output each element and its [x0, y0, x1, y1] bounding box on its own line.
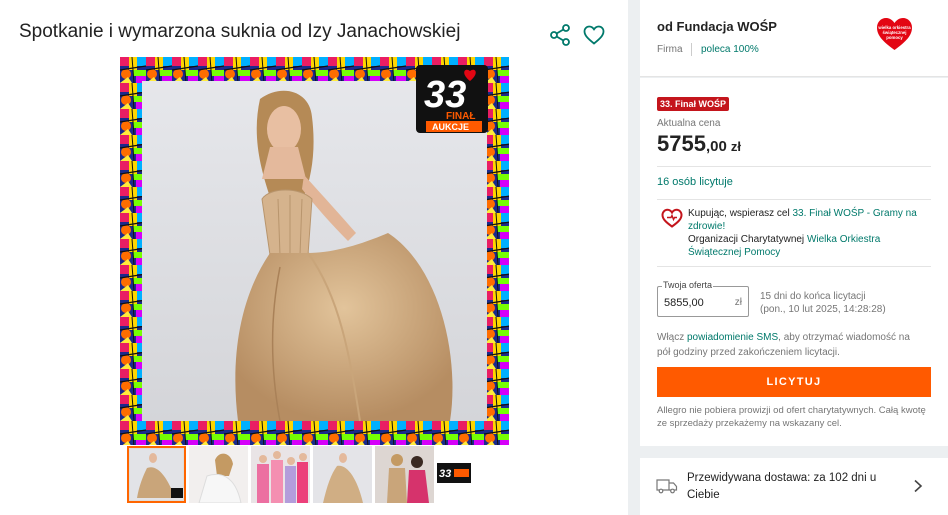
divider [657, 199, 931, 200]
bid-input-legend: Twoja oferta [662, 280, 714, 290]
divider [657, 166, 931, 167]
support-info: Kupując, wspierasz cel 33. Finał WOŚP - … [688, 207, 928, 259]
price-integer: 5755 [657, 131, 706, 156]
offer-panel: 33. Finał WOŚP Aktualna cena 5755,00 zł 1… [640, 78, 948, 446]
delivery-row[interactable]: Przewidywana dostawa: za 102 dni u Ciebi… [640, 458, 948, 515]
current-price: 5755,00 zł [657, 131, 741, 157]
charity-badge: 33. Finał WOŚP [657, 97, 730, 111]
image-badge-line2: AUKCJE [432, 122, 469, 132]
thumbnail-5[interactable] [375, 446, 434, 503]
thumbnail-2[interactable] [189, 446, 248, 503]
image-badge-number: 33 [424, 74, 466, 116]
thumbnail-strip: 33 [127, 446, 471, 503]
thumbnail-4[interactable] [313, 446, 372, 503]
share-icon[interactable] [548, 23, 572, 47]
auction-time-left: 15 dni do końca licytacji (pon., 10 lut … [760, 290, 886, 316]
delivery-estimate: Przewidywana dostawa: za 102 dni u Ciebi… [687, 472, 877, 501]
bid-button[interactable]: LICYTUJ [657, 367, 931, 397]
seller-separator [691, 43, 692, 56]
bid-amount-input[interactable]: Twoja oferta 5855,00 zł [657, 280, 749, 317]
svg-text:pomocy: pomocy [886, 35, 903, 40]
seller-recommendation[interactable]: poleca 100% [701, 44, 759, 55]
seller-name[interactable]: od Fundacja WOŚP [657, 19, 777, 34]
heart-outline-icon[interactable] [582, 23, 606, 47]
bid-input-value: 5855,00 [664, 297, 704, 309]
chevron-right-icon [914, 479, 923, 493]
thumbnail-3[interactable] [251, 446, 310, 503]
image-badge-line1: FINAŁ [446, 111, 475, 122]
bidders-count[interactable]: 16 osób licytuje [657, 176, 733, 188]
commission-note: Allegro nie pobiera prowizji od ofert ch… [657, 405, 926, 429]
charity-heart-icon [661, 208, 683, 228]
truck-icon [656, 479, 678, 494]
listing-title: Spotkanie i wymarzona suknia od Izy Jana… [19, 21, 461, 42]
seller-prefix: od [657, 19, 673, 34]
support-prefix: Kupując, wspierasz cel [688, 208, 793, 219]
bid-input-currency: zł [734, 297, 742, 308]
product-gallery-panel: Spotkanie i wymarzona suknia od Izy Jana… [0, 0, 628, 515]
price-label: Aktualna cena [657, 118, 721, 129]
time-left-text: 15 dni do końca licytacji [760, 291, 866, 302]
price-decimal: ,00 [705, 138, 727, 155]
sms-notification-info: Włącz powiadomienie SMS, aby otrzymać wi… [657, 330, 919, 360]
divider [657, 266, 931, 267]
main-product-image[interactable]: 33 FINAŁ AUKCJE [120, 57, 509, 445]
thumbnail-6[interactable]: 33 [437, 463, 471, 483]
sms-prefix: Włącz [657, 332, 687, 343]
seller-name-text: Fundacja WOŚP [676, 19, 777, 34]
support-org-prefix: Organizacji Charytatywnej [688, 234, 807, 245]
seller-card: od Fundacja WOŚP Firma poleca 100% wielk… [640, 0, 948, 77]
wosp-heart-logo: wielka orkiestra świątecznej pomocy [877, 18, 912, 50]
seller-type: Firma [657, 44, 683, 55]
thumbnail-1[interactable] [127, 446, 186, 503]
svg-text:33: 33 [439, 468, 451, 480]
auction-end-date: (pon., 10 lut 2025, 14:28:28) [760, 304, 886, 315]
sms-notification-link[interactable]: powiadomienie SMS [687, 332, 778, 343]
price-currency: zł [730, 139, 741, 154]
